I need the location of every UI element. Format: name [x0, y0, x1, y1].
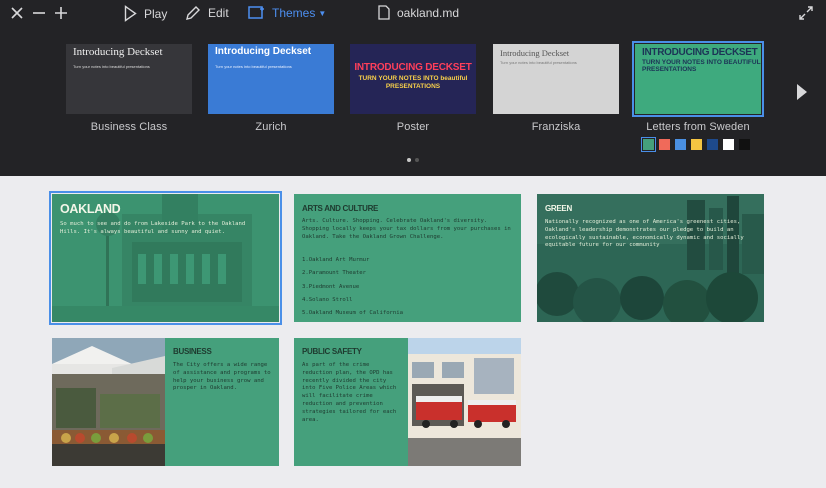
- color-swatch[interactable]: [707, 139, 718, 150]
- theme-sample-title: INTRODUCING DECKSET: [354, 62, 472, 73]
- list-item: 3.Piedmont Avenue: [302, 283, 360, 290]
- color-swatch[interactable]: [691, 139, 702, 150]
- zoom-out-button[interactable]: [32, 6, 46, 20]
- file-name-label: oakland.md: [397, 5, 460, 20]
- theme-sample-subtitle: TURN YOUR NOTES INTO BEAUTIFUL PRESENTAT…: [642, 59, 761, 73]
- play-button[interactable]: Play: [124, 5, 167, 22]
- slide-body: Nationally recognized as one of America'…: [545, 219, 744, 249]
- theme-sample-title: Introducing Deckset: [73, 46, 163, 58]
- theme-sample-title: Introducing Deckset: [215, 46, 312, 57]
- theme-name: Franziska: [531, 121, 581, 133]
- slide-thumbnail-business[interactable]: BUSINESS The City offers a wide range of…: [52, 338, 279, 466]
- document-title: oakland.md: [378, 5, 459, 20]
- slide-body: The City offers a wide range of assistan…: [173, 362, 271, 392]
- theme-thumbnail: Introducing Deckset Turn your notes into…: [493, 44, 619, 114]
- chevron-down-icon: ▼: [318, 8, 327, 18]
- theme-thumbnail: INTRODUCING DECKSET TURN YOUR NOTES INTO…: [632, 41, 764, 117]
- color-swatch[interactable]: [723, 139, 734, 150]
- color-variant-picker: [641, 137, 750, 152]
- pencil-icon: [186, 6, 200, 20]
- theme-sample-subtitle: Turn your notes into beautiful presentat…: [500, 60, 577, 65]
- play-label: Play: [144, 6, 168, 21]
- list-item: 2.Paramount Theater: [302, 270, 366, 277]
- theme-letters-from-sweden[interactable]: INTRODUCING DECKSET TURN YOUR NOTES INTO…: [632, 41, 764, 133]
- slide-title: GREEN: [545, 204, 572, 213]
- edit-label: Edit: [208, 6, 229, 20]
- theme-sample-title: INTRODUCING DECKSET: [642, 47, 758, 58]
- list-item: 5.Oakland Museum of California: [302, 310, 404, 317]
- document-icon: [378, 5, 390, 20]
- theme-thumbnail: Introducing Deckset Turn your notes into…: [208, 44, 334, 114]
- slide-title: BUSINESS: [173, 347, 212, 356]
- close-icon: [11, 7, 23, 19]
- theme-sample-subtitle: TURN YOUR NOTES INTO beautiful PRESENTAT…: [358, 75, 468, 90]
- theme-page-indicator: [407, 158, 419, 162]
- zoom-in-button[interactable]: [54, 6, 68, 20]
- theme-thumbnail: Introducing Deckset Turn your notes into…: [66, 44, 192, 114]
- theme-name: Zurich: [255, 121, 287, 133]
- themes-button[interactable]: Themes ▼: [248, 5, 326, 21]
- themes-icon: [248, 6, 264, 19]
- cityscape-photo: [537, 194, 764, 322]
- color-swatch[interactable]: [739, 139, 750, 150]
- color-swatch[interactable]: [675, 139, 686, 150]
- plus-icon: [55, 7, 67, 19]
- fire-station-photo: [408, 338, 521, 466]
- fullscreen-icon: [799, 6, 813, 20]
- slide-list: 1.Oakland Art Murmur 2.Paramount Theater…: [302, 257, 403, 322]
- page-dot[interactable]: [407, 158, 411, 162]
- theme-thumbnail: INTRODUCING DECKSET TURN YOUR NOTES INTO…: [350, 44, 476, 114]
- slide-title: PUBLIC SAFETY: [302, 347, 362, 356]
- theme-sample-subtitle: Turn your notes into beautiful presentat…: [73, 64, 150, 69]
- slide-body: So much to see and do from Lakeside Park…: [60, 221, 246, 235]
- minus-icon: [33, 12, 45, 14]
- close-button[interactable]: [10, 6, 24, 20]
- play-icon: [124, 5, 137, 22]
- page-dot[interactable]: [415, 158, 419, 162]
- list-item: 4.Solano Stroll: [302, 296, 353, 303]
- theme-name: Letters from Sweden: [646, 121, 750, 133]
- fullscreen-button[interactable]: [799, 6, 813, 20]
- theme-business-class[interactable]: Introducing Deckset Turn your notes into…: [66, 44, 192, 133]
- chevron-right-icon[interactable]: [795, 82, 809, 102]
- list-item: 1.Oakland Art Murmur: [302, 257, 370, 263]
- theme-franziska[interactable]: Introducing Deckset Turn your notes into…: [493, 44, 619, 133]
- theme-name: Poster: [396, 121, 430, 133]
- slide-title: ARTS AND CULTURE: [302, 204, 379, 213]
- slide-body: Arts. Culture. Shopping. Celebrate Oakla…: [302, 218, 511, 240]
- market-photo: [52, 338, 165, 466]
- color-swatch[interactable]: [659, 139, 670, 150]
- theme-sample-title: Introducing Deckset: [500, 48, 570, 58]
- slide-thumbnail-arts-and-culture[interactable]: ARTS AND CULTURE Arts. Culture. Shopping…: [294, 194, 521, 322]
- theme-panel: Play Edit Themes ▼ oakland.md Introducin…: [0, 0, 826, 176]
- slide-thumbnail-green[interactable]: GREEN Nationally recognized as one of Am…: [537, 194, 764, 322]
- slide-title: OAKLAND: [60, 202, 121, 216]
- theme-name: Business Class: [90, 121, 168, 133]
- themes-label: Themes: [272, 6, 316, 20]
- theme-sample-subtitle: Turn your notes into beautiful presentat…: [215, 64, 292, 69]
- slide-body: As part of the crime reduction plan, the…: [302, 362, 397, 423]
- theme-zurich[interactable]: Introducing Deckset Turn your notes into…: [208, 44, 334, 133]
- color-swatch[interactable]: [641, 137, 656, 152]
- slide-thumbnail-public-safety[interactable]: PUBLIC SAFETY As part of the crime reduc…: [294, 338, 521, 466]
- theme-poster[interactable]: INTRODUCING DECKSET TURN YOUR NOTES INTO…: [350, 44, 476, 133]
- slide-thumbnail-oakland[interactable]: OAKLAND So much to see and do from Lakes…: [49, 191, 282, 325]
- edit-button[interactable]: Edit: [185, 5, 229, 21]
